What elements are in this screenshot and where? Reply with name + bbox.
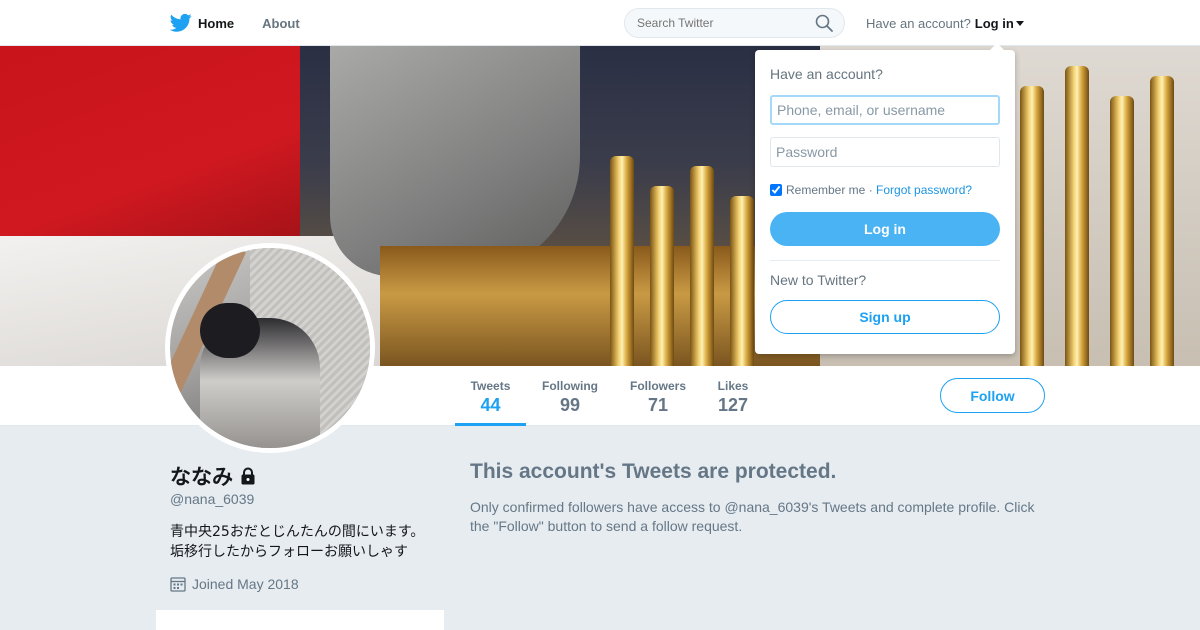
stat-label: Likes [717,379,749,393]
sidebar-card [156,610,444,630]
stat-value: 71 [647,395,669,415]
stat-label: Followers [629,379,686,393]
banner-tube [730,196,754,366]
banner-tube [1150,76,1174,366]
nav-about-link[interactable]: About [262,16,300,31]
avatar[interactable] [165,243,375,453]
protected-title: This account's Tweets are protected. [470,460,837,483]
stat-value: 99 [559,395,581,415]
banner-tube [610,156,634,366]
bio-line: 青中央25おだとじんたんの間にいます。 [170,524,425,540]
profile-name: ななみ [170,461,257,491]
profile-bio: 青中央25おだとじんたんの間にいます。 垢移行したからフォローお願いしゃす [170,522,440,562]
dropdown-arrow [990,43,1004,50]
login-dropdown-toggle[interactable]: Log in [975,16,1014,31]
signup-button[interactable]: Sign up [770,300,1000,334]
banner-flag-red [0,46,300,256]
stat-value: 127 [717,395,749,415]
remember-me-row: Remember me · Forgot password? [770,183,972,197]
login-dropdown-heading: Have an account? [770,66,883,82]
separator-dot: · [865,183,877,197]
banner-tube [1020,86,1044,366]
nav-home-link[interactable]: Home [170,13,234,33]
protected-message: Only confirmed followers have access to … [470,499,1035,534]
banner-tube [1110,96,1134,366]
username-input[interactable] [770,95,1000,125]
have-account-text: Have an account? [866,16,971,31]
password-input[interactable] [770,137,1000,167]
banner-tube [650,186,674,366]
follow-button[interactable]: Follow [940,378,1045,413]
join-date: Joined May 2018 [170,576,299,592]
dropdown-divider [770,260,1000,261]
login-prompt: Have an account? Log in [866,16,1024,31]
stat-following[interactable]: Following 99 [534,366,606,426]
calendar-icon [170,577,186,592]
banner-tube [1065,66,1089,366]
banner-cloth [330,46,580,276]
forgot-password-link[interactable]: Forgot password? [876,183,972,197]
nav-links: Home About [170,0,328,46]
stat-label: Tweets [470,379,511,393]
avatar-head [200,303,260,358]
stat-value: 44 [480,395,501,415]
search-icon[interactable] [815,14,833,32]
banner-tube [690,166,714,366]
search-input[interactable] [624,8,845,38]
bio-line: 垢移行したからフォローお願いしゃす [170,544,408,560]
stat-followers[interactable]: Followers 71 [622,366,694,426]
stat-tweets[interactable]: Tweets 44 [455,366,526,426]
profile-name-text: ななみ [170,466,233,489]
screen-name[interactable]: @nana_6039 [170,491,254,507]
remember-me-checkbox[interactable] [770,184,782,196]
caret-down-icon[interactable] [1015,21,1024,26]
stat-likes[interactable]: Likes 127 [708,366,758,426]
new-to-twitter-text: New to Twitter? [770,272,867,288]
stat-label: Following [542,379,598,393]
join-date-text: Joined May 2018 [192,576,299,592]
login-button[interactable]: Log in [770,212,1000,246]
nav-home-label: Home [198,15,235,31]
remember-me-label[interactable]: Remember me [786,183,865,197]
login-dropdown: Have an account? Remember me · Forgot pa… [755,43,1015,354]
lock-icon [241,467,255,485]
twitter-bird-icon [170,13,192,32]
top-navigation: Home About Have an account? Log in [0,0,1200,46]
